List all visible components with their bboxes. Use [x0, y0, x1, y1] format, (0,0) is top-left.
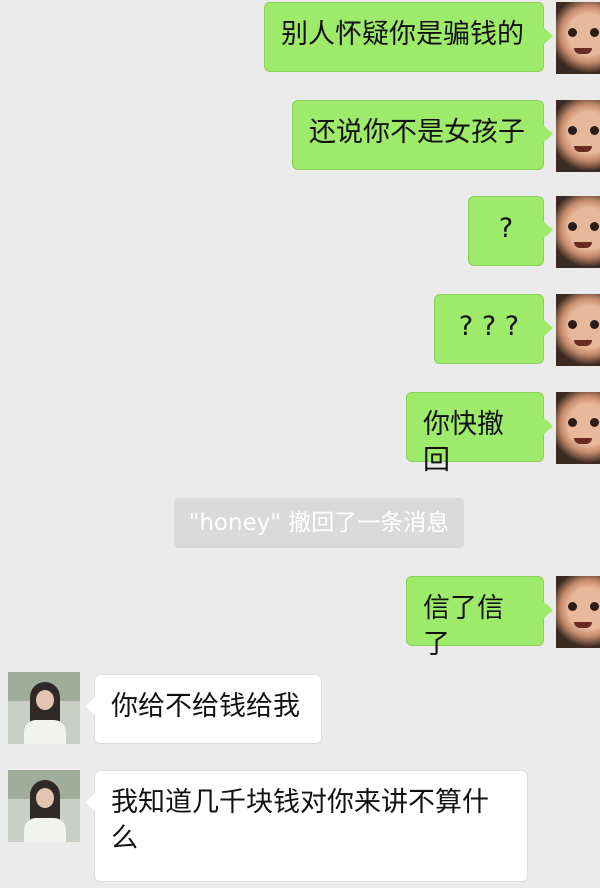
contact-avatar[interactable] [8, 770, 80, 842]
sender-avatar[interactable] [556, 100, 600, 172]
sent-message-bubble[interactable]: 还说你不是女孩子 [292, 100, 553, 170]
sent-message-bubble[interactable]: ? [468, 196, 553, 266]
sender-avatar[interactable] [556, 196, 600, 268]
chat-area: 别人怀疑你是骗钱的 还说你不是女孩子 ? ? ? ? 你快撤回 "honey" … [0, 0, 600, 888]
contact-avatar[interactable] [8, 672, 80, 744]
sent-message-bubble[interactable]: ? ? ? [434, 294, 553, 364]
received-message-bubble[interactable]: 我知道几千块钱对你来讲不算什么 [85, 770, 528, 882]
sender-avatar[interactable] [556, 2, 600, 74]
sender-avatar[interactable] [556, 576, 600, 648]
sent-message-bubble[interactable]: 别人怀疑你是骗钱的 [264, 2, 553, 72]
sender-avatar[interactable] [556, 294, 600, 366]
sent-message-bubble[interactable]: 信了信了 [406, 576, 553, 660]
sender-avatar[interactable] [556, 392, 600, 464]
recall-notice: "honey" 撤回了一条消息 [174, 498, 464, 548]
received-message-bubble[interactable]: 你给不给钱给我 [85, 674, 322, 744]
sent-message-bubble[interactable]: 你快撤回 [406, 392, 553, 476]
